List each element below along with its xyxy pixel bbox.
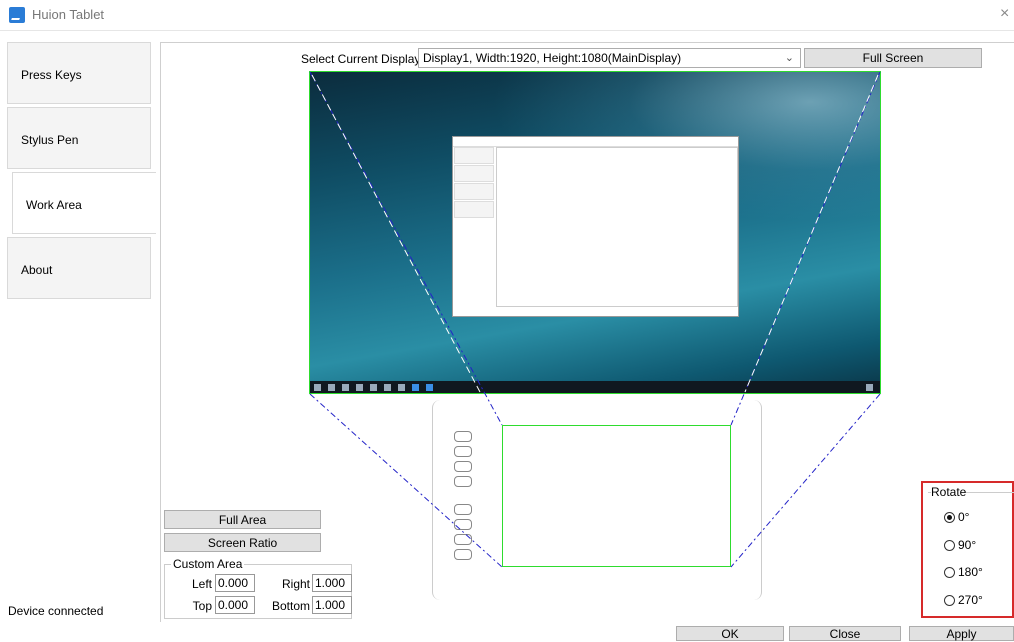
apply-button[interactable]: Apply <box>909 626 1014 641</box>
status-text: Device connected <box>8 604 104 618</box>
custom-area-title: Custom Area <box>171 557 245 571</box>
top-label: Top <box>192 599 212 613</box>
right-input[interactable] <box>312 574 352 592</box>
rotate-option-label: 90° <box>958 538 977 552</box>
rotate-90-radio[interactable]: 90° <box>944 538 976 552</box>
left-input[interactable] <box>215 574 255 592</box>
radio-icon <box>944 540 955 551</box>
ok-button[interactable]: OK <box>676 626 784 641</box>
rotate-180-radio[interactable]: 180° <box>944 565 983 579</box>
rotate-option-label: 270° <box>958 593 983 607</box>
rotate-option-label: 180° <box>958 565 983 579</box>
screen-ratio-button[interactable]: Screen Ratio <box>164 533 321 552</box>
radio-icon <box>944 567 955 578</box>
rotate-title: Rotate <box>931 485 967 499</box>
left-label: Left <box>191 577 212 591</box>
mapping-guides <box>309 71 881 568</box>
rotate-0-radio[interactable]: 0° <box>944 510 969 524</box>
right-label: Right <box>281 577 310 591</box>
radio-selected-icon <box>944 512 955 523</box>
rotate-option-label: 0° <box>958 510 970 524</box>
full-area-button[interactable]: Full Area <box>164 510 321 529</box>
bottom-input[interactable] <box>312 596 352 614</box>
top-input[interactable] <box>215 596 255 614</box>
close-button[interactable]: Close <box>789 626 901 641</box>
radio-icon <box>944 595 955 606</box>
bottom-label: Bottom <box>271 599 310 613</box>
rotate-270-radio[interactable]: 270° <box>944 593 983 607</box>
